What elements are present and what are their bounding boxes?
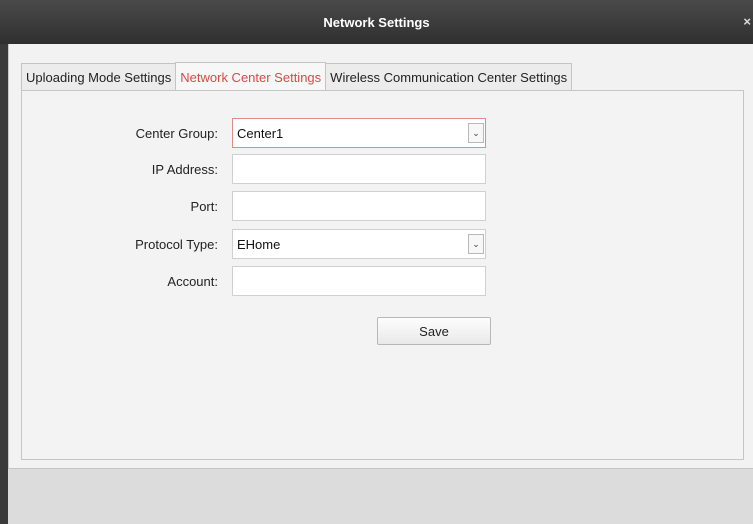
port-input[interactable] (232, 191, 486, 221)
ip-address-row: IP Address: (22, 154, 743, 184)
port-label: Port: (190, 198, 218, 214)
tab-strip: Uploading Mode Settings Network Center S… (21, 62, 573, 91)
tab-wireless-communication-center-settings[interactable]: Wireless Communication Center Settings (325, 63, 573, 91)
footer-bar (0, 468, 753, 524)
port-row: Port: (22, 191, 743, 221)
ip-address-input[interactable] (232, 154, 486, 184)
protocol-type-label: Protocol Type: (135, 236, 218, 252)
center-group-row: Center Group: Center1 ⌄ (22, 118, 743, 148)
protocol-type-select[interactable]: EHome ⌄ (232, 229, 486, 259)
account-row: Account: (22, 266, 743, 296)
title-bar: Network Settings × (0, 0, 753, 44)
account-label: Account: (167, 273, 218, 289)
chevron-down-icon[interactable]: ⌄ (468, 123, 484, 143)
chevron-down-icon[interactable]: ⌄ (468, 234, 484, 254)
tab-uploading-mode-settings[interactable]: Uploading Mode Settings (21, 63, 177, 91)
save-button[interactable]: Save (377, 317, 491, 345)
center-group-label: Center Group: (135, 125, 218, 141)
ip-address-label: IP Address: (151, 161, 218, 177)
center-group-select[interactable]: Center1 ⌄ (232, 118, 486, 148)
center-group-value: Center1 (237, 125, 284, 141)
protocol-type-value: EHome (237, 236, 281, 252)
window-title: Network Settings (323, 14, 430, 30)
settings-panel: Center Group: Center1 ⌄ IP Address: Port… (21, 90, 744, 460)
tab-network-center-settings[interactable]: Network Center Settings (175, 62, 327, 91)
account-input[interactable] (232, 266, 486, 296)
protocol-type-row: Protocol Type: EHome ⌄ (22, 229, 743, 259)
window-left-edge (0, 44, 8, 468)
footer-left-edge (0, 468, 8, 524)
close-icon[interactable]: × (743, 14, 751, 29)
